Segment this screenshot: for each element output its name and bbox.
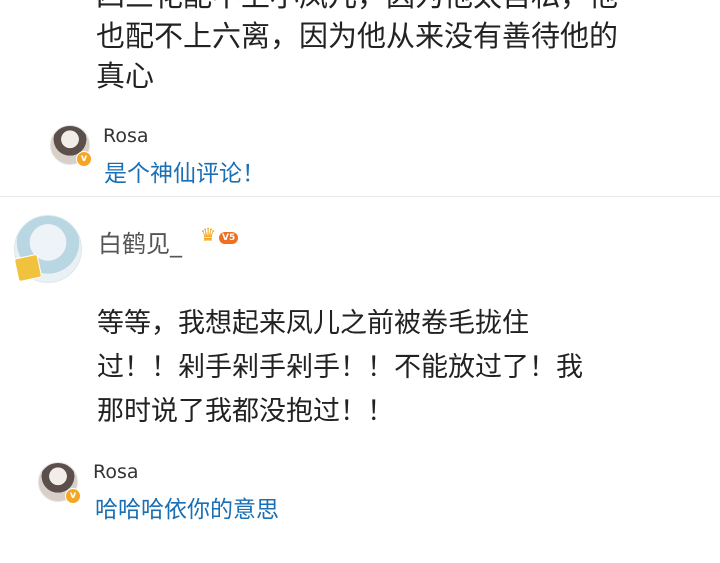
verified-icon: v	[76, 151, 92, 167]
comment-line: 四三花配不上小凤儿，因为他太自私，他	[96, 0, 696, 16]
comment-line: 真心	[96, 59, 155, 93]
comment-line: 也配不上六离，因为他从来没有善待他的	[96, 19, 619, 53]
reply-username[interactable]: Rosa	[93, 461, 139, 483]
previous-comment: 四三花配不上小凤儿，因为他太自私，他 也配不上六离，因为他从来没有善待他的 真心…	[0, 0, 720, 196]
comment-line: 等等，我想起来凤儿之前被卷毛拢住	[97, 308, 529, 339]
divider	[0, 196, 720, 197]
reply-username[interactable]: Rosa	[103, 125, 149, 147]
comment-text: 等等，我想起来凤儿之前被卷毛拢住 过！！剁手剁手剁手！！不能放过了！我 那时说了…	[97, 302, 697, 434]
crown-icon: ♛	[200, 225, 217, 246]
verified-icon: v	[65, 488, 81, 504]
reply-content: 哈哈哈依你的意思	[95, 497, 279, 523]
comment-username[interactable]: 白鹤见_	[98, 224, 182, 259]
reply-content: 是个神仙评论！	[104, 161, 265, 187]
comment-line: 那时说了我都没抱过！！	[97, 396, 394, 427]
level-badge: V5	[219, 232, 239, 244]
comment-line: 过！！剁手剁手剁手！！不能放过了！我	[97, 352, 583, 383]
card-badge-icon	[13, 253, 43, 283]
comment-text: 四三花配不上小凤儿，因为他太自私，他 也配不上六离，因为他从来没有善待他的 真心	[96, 0, 696, 96]
